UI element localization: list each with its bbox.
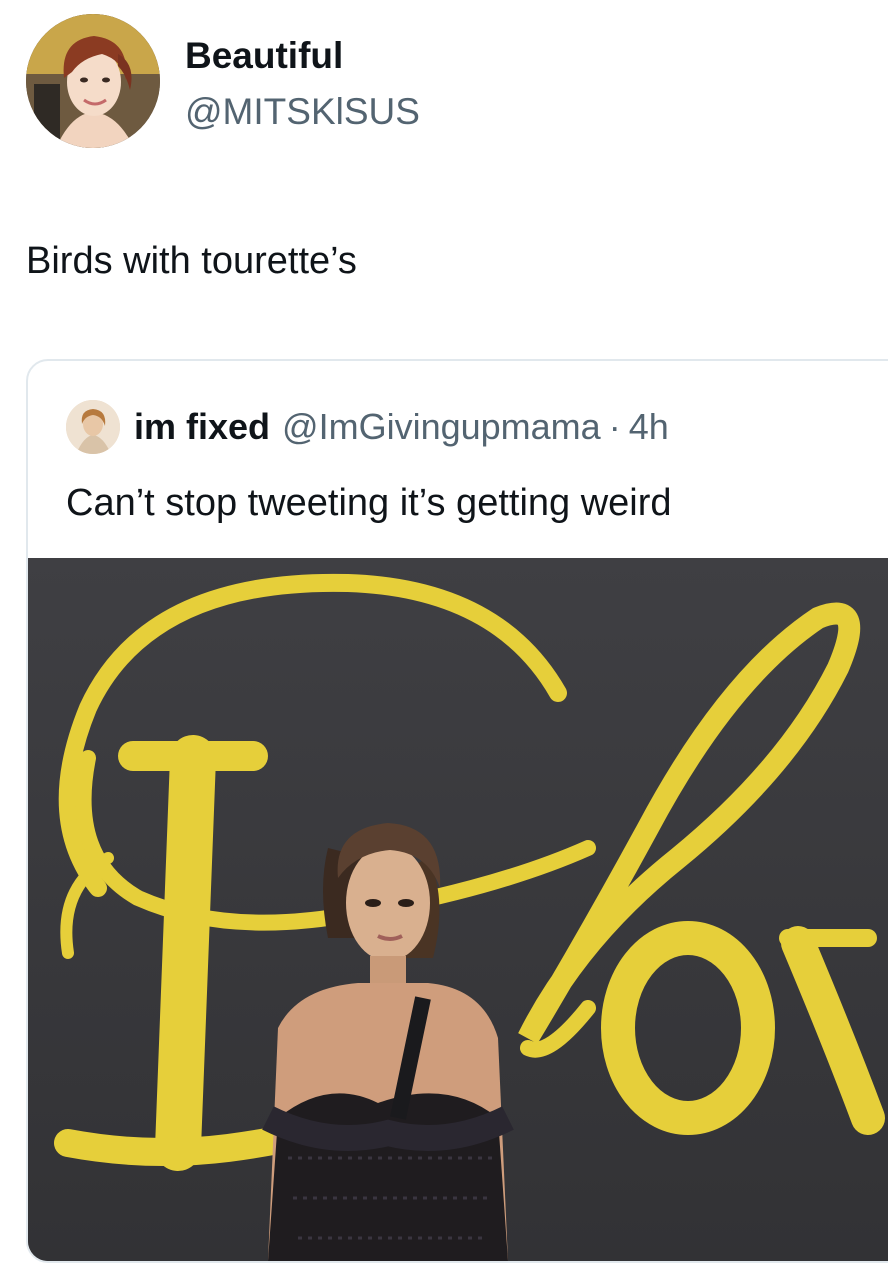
display-name[interactable]: Beautiful: [185, 34, 343, 78]
media-photo: [28, 558, 888, 1261]
quoted-tweet-card[interactable]: im fixed @ImGivingupmama · 4h Can’t stop…: [26, 359, 888, 1263]
user-handle[interactable]: @MITSKlSUS: [185, 90, 420, 134]
quoted-tweet-media[interactable]: [28, 558, 888, 1261]
quoted-display-name[interactable]: im fixed: [134, 406, 270, 448]
dot-separator: ·: [608, 406, 621, 447]
avatar-photo-icon: [66, 400, 120, 454]
quoted-timestamp[interactable]: 4h: [629, 406, 669, 448]
tweet-text: Birds with tourette’s: [26, 240, 357, 282]
quoted-user-handle[interactable]: @ImGivingupmama: [282, 406, 601, 448]
quoted-user-avatar[interactable]: [66, 400, 120, 454]
avatar-photo-icon: [26, 14, 160, 148]
quoted-tweet-text: Can’t stop tweeting it’s getting weird: [66, 482, 672, 524]
quoted-tweet-header: im fixed @ImGivingupmama · 4h: [66, 399, 669, 455]
tweet-header: Beautiful @MITSKlSUS: [26, 14, 866, 154]
user-avatar[interactable]: [26, 14, 160, 148]
